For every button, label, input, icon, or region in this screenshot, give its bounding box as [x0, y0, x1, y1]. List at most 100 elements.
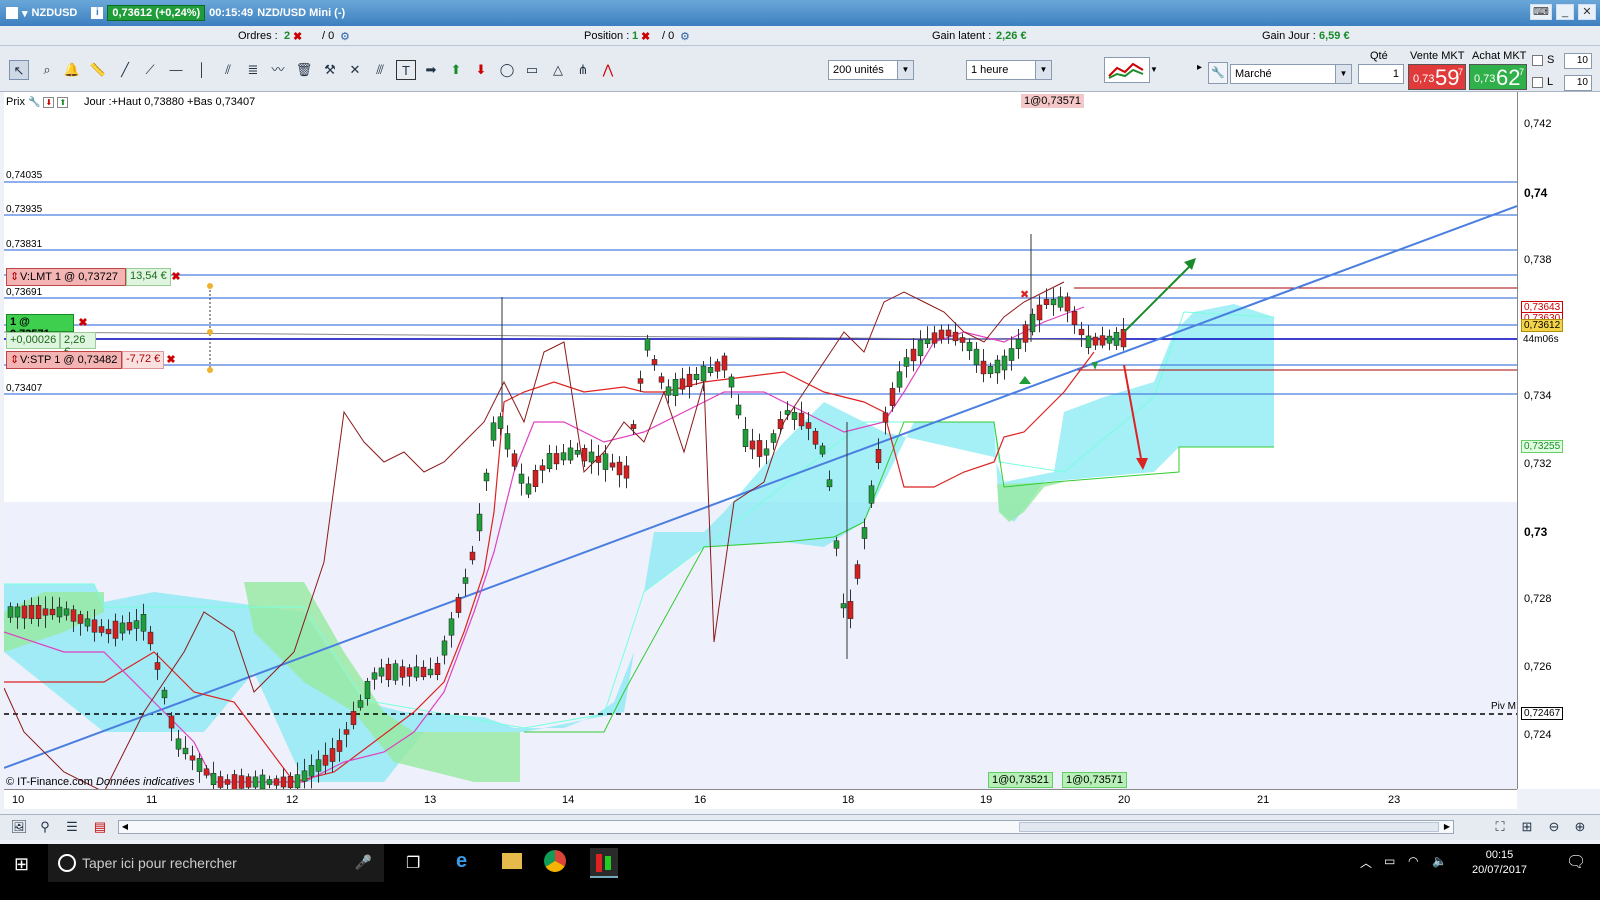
bearish-candle: [203, 768, 210, 776]
cancel-orders-icon[interactable]: ✖: [293, 30, 302, 43]
zoom-in-icon[interactable]: ⊕: [1570, 817, 1590, 837]
edge-browser-icon[interactable]: e: [456, 850, 467, 873]
channel-icon[interactable]: ⫽: [218, 60, 238, 80]
indicator-chart-icon: [1108, 62, 1144, 79]
trading-app-icon[interactable]: [590, 848, 618, 878]
settings-icon[interactable]: ⚙: [680, 30, 690, 43]
zoom-fit-icon[interactable]: ⛶: [1490, 817, 1510, 837]
rectangle-icon[interactable]: ▭: [522, 60, 542, 80]
limit-checkbox[interactable]: [1532, 77, 1543, 88]
keyboard-icon[interactable]: ⌨: [1530, 4, 1552, 20]
info-icon[interactable]: i: [91, 7, 104, 19]
down-arrow-icon[interactable]: ⬇: [43, 96, 55, 108]
price-chart[interactable]: ✖ Prix 🔧 ⬇ ⬆ Jour :+Haut 0,73880 +Bas 0,…: [4, 92, 1517, 789]
wifi-icon[interactable]: ◠: [1408, 854, 1418, 868]
arrow-right-icon[interactable]: ➡: [421, 60, 441, 80]
windows-start-icon[interactable]: ⊞: [14, 854, 29, 875]
chrome-browser-icon[interactable]: [544, 850, 566, 872]
alert-bell-icon[interactable]: 🔔: [62, 60, 82, 80]
ellipse-icon[interactable]: ◯: [497, 60, 517, 80]
close-position-icon[interactable]: ✖: [641, 30, 650, 43]
microphone-icon[interactable]: 🎤: [355, 854, 372, 871]
pitchfork-icon[interactable]: ⋔: [573, 60, 593, 80]
chevron-right-icon[interactable]: ▸: [1197, 62, 1202, 73]
vertical-line-icon[interactable]: │: [192, 60, 212, 80]
bottom-trade-marker[interactable]: 1@0,73521: [988, 772, 1054, 788]
dropdown-icon[interactable]: ▾: [22, 7, 28, 20]
trash-icon[interactable]: 🗑: [294, 60, 314, 80]
drag-handle-icon[interactable]: ⇕: [10, 352, 20, 368]
wrench-icon[interactable]: 🔧: [1208, 62, 1228, 84]
parallel-lines-icon[interactable]: ⫻: [370, 60, 390, 80]
file-explorer-icon[interactable]: [502, 853, 522, 869]
volume-icon[interactable]: 🔈: [1432, 854, 1447, 868]
buy-market-button[interactable]: 0,73 62 7: [1469, 64, 1527, 90]
chevron-down-icon[interactable]: ▼: [897, 61, 913, 79]
time-axis[interactable]: 10 11 12 13 14 16 18 19 20 21 23: [4, 789, 1517, 809]
chart-canvas[interactable]: ✖: [4, 92, 1517, 789]
top-trade-marker[interactable]: 1@0,73571: [1021, 94, 1085, 108]
close-button[interactable]: ✕: [1578, 4, 1596, 20]
bars-icon[interactable]: ▤: [90, 817, 110, 837]
zoom-window-icon[interactable]: ⊞: [1517, 817, 1537, 837]
list-icon[interactable]: ☰: [62, 817, 82, 837]
cursor-icon[interactable]: ↖: [9, 60, 29, 80]
notifications-icon[interactable]: 🗨: [1566, 852, 1586, 872]
sell-market-button[interactable]: 0,73 59 7: [1408, 64, 1466, 90]
scroll-right-icon[interactable]: ▶: [1441, 821, 1453, 833]
stop-checkbox[interactable]: [1532, 55, 1543, 66]
wave-icon[interactable]: 〰: [268, 60, 288, 80]
cancel-stop-icon[interactable]: ✖: [164, 353, 178, 367]
scroll-left-icon[interactable]: ◀: [119, 821, 131, 833]
text-tool-icon[interactable]: T: [396, 60, 416, 80]
period-combo[interactable]: 1 heure ▼: [966, 60, 1052, 80]
drag-handle-icon[interactable]: ⇕: [10, 269, 20, 285]
task-view-icon[interactable]: ❐: [406, 853, 420, 873]
line-icon[interactable]: ╱: [115, 60, 135, 80]
up-arrow-icon[interactable]: ⬆: [57, 96, 69, 108]
horizontal-line-icon[interactable]: —: [166, 60, 186, 80]
scroll-thumb[interactable]: [1019, 822, 1439, 832]
qty-label: Qté: [1370, 50, 1388, 62]
bottom-trade-marker[interactable]: 1@0,73571: [1062, 772, 1128, 788]
indicator-icon[interactable]: ⚲: [35, 817, 55, 837]
arrow-up-icon[interactable]: ⬆: [446, 60, 466, 80]
zoom-out-icon[interactable]: ⊖: [1544, 817, 1564, 837]
chevron-down-icon[interactable]: ▼: [1035, 61, 1051, 79]
limit-input[interactable]: 10: [1564, 75, 1592, 91]
bearish-candle: [1071, 311, 1078, 325]
bearish-candle: [686, 373, 693, 388]
stop-input[interactable]: 10: [1564, 53, 1592, 69]
stop-order-tag[interactable]: ⇕V:STP 1 @ 0,73482: [6, 351, 122, 369]
cancel-limit-icon[interactable]: ✖: [169, 270, 183, 284]
qty-input[interactable]: 1: [1358, 64, 1404, 84]
triangle-icon[interactable]: △: [548, 60, 568, 80]
settings-icon[interactable]: ⚙: [340, 30, 350, 43]
ruler-icon[interactable]: 📏: [88, 60, 108, 80]
zoom-icon[interactable]: ⌕: [37, 60, 57, 80]
position-tag[interactable]: 1 @ 0,73571: [6, 314, 74, 340]
taskbar-search[interactable]: Taper ici pour rechercher 🎤: [48, 844, 384, 882]
magnet-icon[interactable]: ⚒: [320, 60, 340, 80]
units-combo[interactable]: 200 unités ▼: [828, 60, 914, 80]
window-menu-icon[interactable]: [6, 7, 18, 19]
battery-icon[interactable]: ▭: [1384, 854, 1395, 868]
taskbar-clock[interactable]: 00:15 20/07/2017: [1472, 848, 1527, 878]
order-type-combo[interactable]: Marché ▼: [1230, 64, 1352, 84]
fibonacci-icon[interactable]: ≣: [243, 60, 263, 80]
chevron-down-icon[interactable]: ▼: [1335, 65, 1351, 83]
minimize-button[interactable]: _: [1556, 4, 1574, 20]
chart-image-icon[interactable]: 🖼: [9, 817, 29, 837]
close-position-icon[interactable]: ✖: [76, 316, 90, 330]
chart-type-button[interactable]: [1104, 57, 1150, 83]
chevron-down-icon[interactable]: ▼: [1150, 57, 1160, 83]
price-axis[interactable]: 0,742 0,74 0,738 0,734 0,732 0,73 0,728 0,726 0,…: [1517, 92, 1600, 789]
wrench-icon[interactable]: 🔧: [28, 97, 40, 108]
gann-fan-icon[interactable]: ⋀: [598, 60, 618, 80]
ray-icon[interactable]: ⟋: [140, 60, 160, 80]
horizontal-scrollbar[interactable]: ◀ ▶: [118, 820, 1454, 834]
chevron-up-icon[interactable]: ︿: [1360, 854, 1372, 871]
cross-line-icon[interactable]: ✕: [345, 60, 365, 80]
arrow-down-icon[interactable]: ⬇: [471, 60, 491, 80]
limit-order-tag[interactable]: ⇕V:LMT 1 @ 0,73727: [6, 268, 126, 286]
